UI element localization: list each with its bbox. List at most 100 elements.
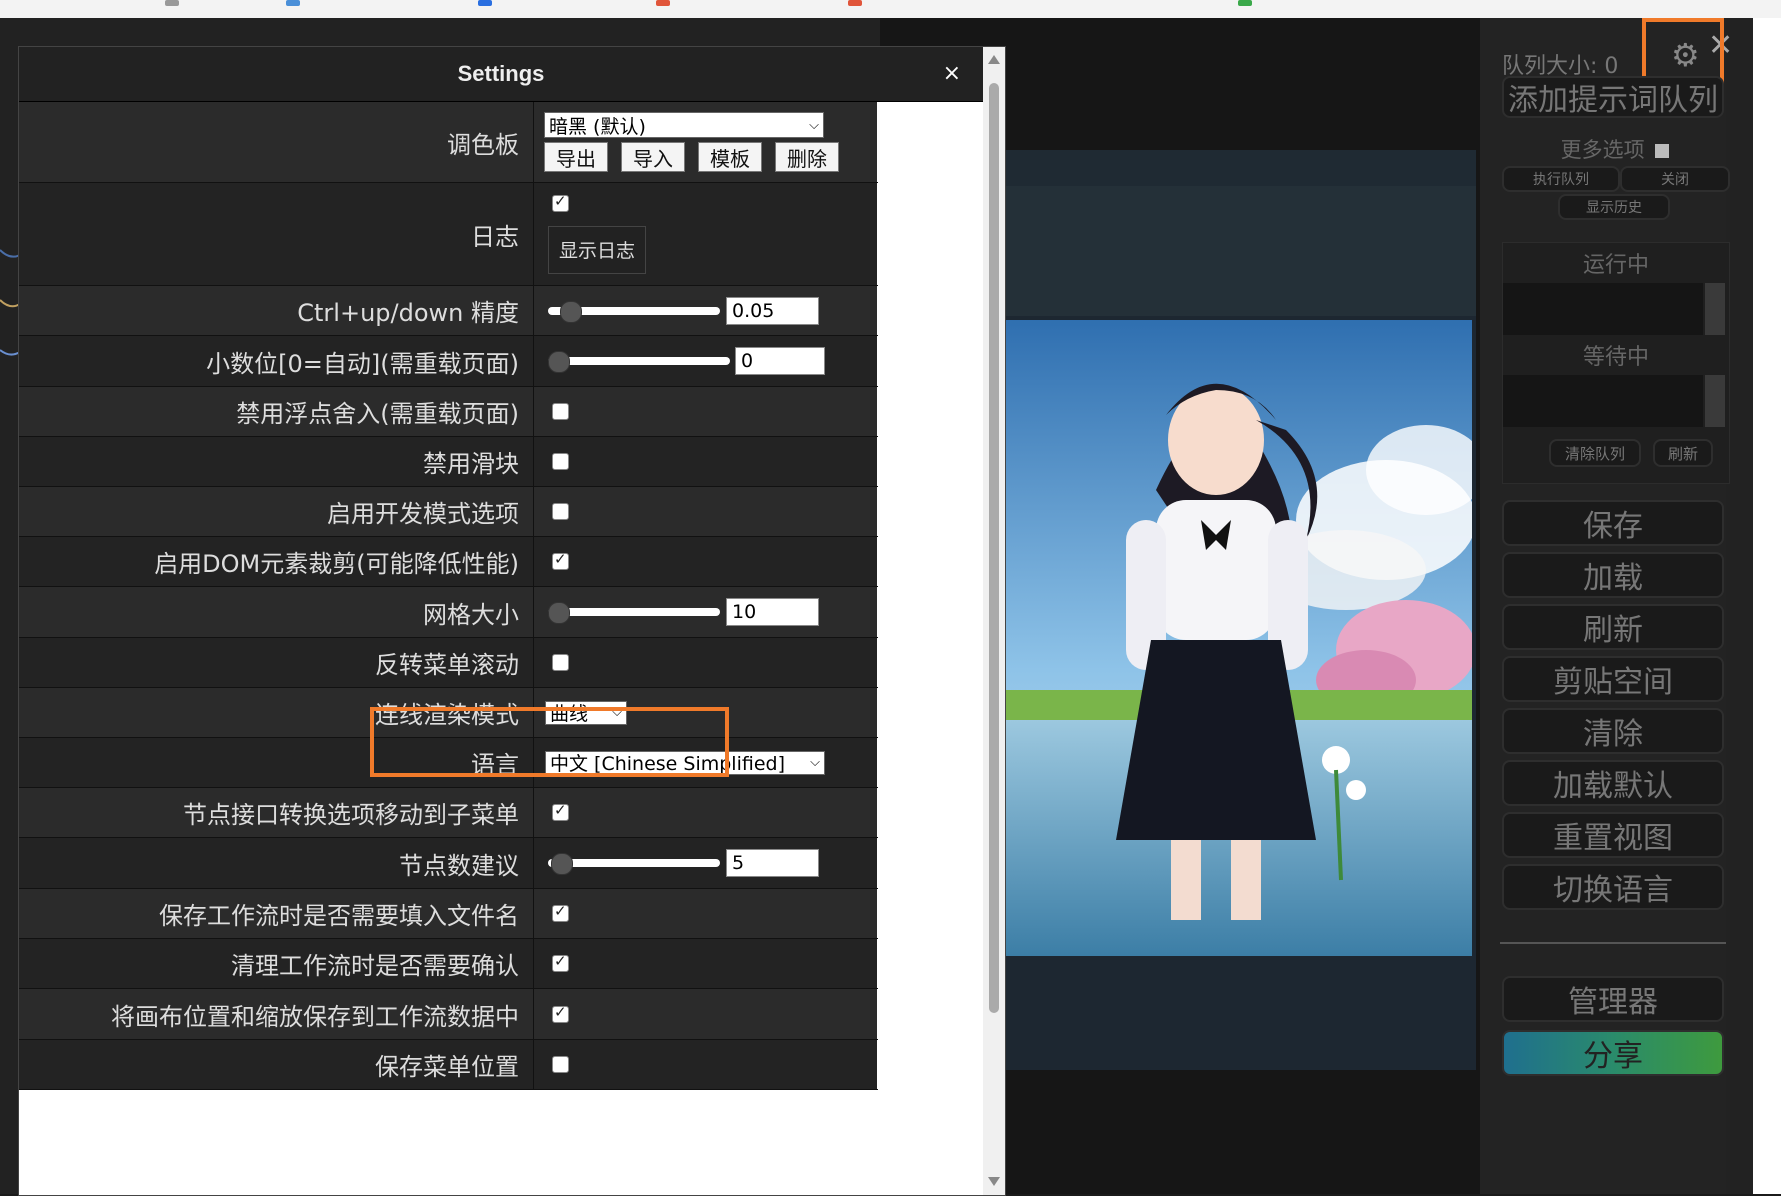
more-options-row: 更多选项: [1502, 134, 1728, 164]
setting-row-float: 禁用浮点舍入(需重载页面): [19, 387, 878, 437]
setting-label: 启用DOM元素裁剪(可能降低性能): [19, 537, 534, 586]
refresh-small-button[interactable]: 刷新: [1653, 439, 1713, 467]
show-log-button[interactable]: 显示日志: [548, 225, 647, 274]
tab-icon: [848, 0, 862, 6]
pending-scroll[interactable]: [1705, 375, 1725, 427]
pending-label: 等待中: [1582, 345, 1649, 370]
queue-panel: 运行中 等待中 清除队列 刷新: [1502, 242, 1730, 484]
setting-row-decimals: 小数位[0=自动](需重载页面) 0: [19, 336, 878, 387]
load-button[interactable]: 加载: [1502, 552, 1724, 598]
add-queue-button[interactable]: 添加提示词队列: [1502, 76, 1724, 118]
run-queue-button[interactable]: 执行队列: [1502, 166, 1620, 192]
slider-checkbox[interactable]: [552, 453, 569, 470]
filename-checkbox[interactable]: [552, 902, 569, 922]
reset-view-button[interactable]: 重置视图: [1502, 812, 1724, 858]
browser-top-strip: [0, 0, 1781, 18]
setting-label: 节点数建议: [19, 838, 534, 888]
setting-label: Ctrl+up/down 精度: [19, 286, 534, 335]
menu-divider: [1500, 942, 1726, 944]
template-button[interactable]: 模板: [698, 142, 762, 172]
tab-icon: [286, 0, 300, 6]
import-button[interactable]: 导入: [621, 142, 685, 172]
node-header: [1006, 150, 1476, 186]
setting-row-log: 日志 显示日志: [19, 183, 878, 286]
delete-button[interactable]: 删除: [775, 142, 839, 172]
setting-label: 清理工作流时是否需要确认: [19, 939, 534, 988]
setting-row-precision: Ctrl+up/down 精度 0.05: [19, 286, 878, 336]
grid-slider[interactable]: [548, 602, 720, 624]
tab-icon: [656, 0, 670, 6]
clear-queue-button[interactable]: 清除队列: [1549, 439, 1641, 467]
setting-row-confirm: 清理工作流时是否需要确认: [19, 939, 878, 989]
setting-row-slider: 禁用滑块: [19, 437, 878, 487]
settings-dialog: Settings × 调色板 暗黑 (默认) ⌵ 导出 导入 模板 删除 日志 …: [18, 46, 1006, 1196]
setting-label: 节点接口转换选项移动到子菜单: [19, 788, 534, 837]
dom-checkbox[interactable]: [552, 550, 569, 570]
setting-row-canvas: 将画布位置和缩放保存到工作流数据中: [19, 989, 878, 1040]
node-body: [1006, 186, 1476, 316]
switch-language-button[interactable]: 切换语言: [1502, 864, 1724, 910]
chevron-down-icon: ⌵: [809, 117, 819, 133]
setting-row-devmode: 启用开发模式选项: [19, 487, 878, 537]
setting-label: 反转菜单滚动: [19, 638, 534, 687]
setting-label: 保存工作流时是否需要填入文件名: [19, 889, 534, 938]
side-menu: 队列大小: 0 ⚙ ✕ 添加提示词队列 更多选项 执行队列 关闭 显示历史 运行…: [1480, 18, 1733, 1194]
tab-icon: [478, 0, 492, 6]
clipspace-button[interactable]: 剪贴空间: [1502, 656, 1724, 702]
devmode-checkbox[interactable]: [552, 503, 569, 520]
close-icon[interactable]: ×: [943, 47, 961, 101]
precision-input[interactable]: 0.05: [726, 296, 819, 325]
refresh-button[interactable]: 刷新: [1502, 604, 1724, 650]
chevron-down-icon: ⌵: [810, 755, 820, 770]
float-checkbox[interactable]: [552, 403, 569, 420]
setting-row-invert: 反转菜单滚动: [19, 638, 878, 688]
setting-row-dom: 启用DOM元素裁剪(可能降低性能): [19, 537, 878, 587]
scroll-thumb[interactable]: [989, 83, 999, 1013]
running-list[interactable]: [1503, 283, 1703, 335]
decimals-slider[interactable]: [548, 351, 730, 373]
setting-label: 小数位[0=自动](需重载页面): [19, 336, 534, 386]
setting-label: 将画布位置和缩放保存到工作流数据中: [19, 989, 534, 1039]
log-checkbox[interactable]: [552, 192, 569, 212]
suggest-input[interactable]: 5: [726, 849, 819, 877]
dialog-scrollbar[interactable]: [983, 47, 1005, 1195]
setting-label: 网格大小: [19, 587, 534, 637]
dialog-title: Settings: [457, 61, 545, 86]
scroll-down-icon[interactable]: [988, 1177, 1000, 1186]
invert-checkbox[interactable]: [552, 654, 569, 671]
clear-button[interactable]: 清除: [1502, 708, 1724, 754]
setting-label: 保存菜单位置: [19, 1040, 534, 1089]
precision-slider[interactable]: [548, 300, 720, 323]
more-options-label: 更多选项: [1560, 138, 1645, 162]
close-button[interactable]: 关闭: [1620, 166, 1730, 192]
scroll-up-icon[interactable]: [988, 55, 1000, 64]
submenu-checkbox[interactable]: [552, 801, 569, 821]
browser-right-strip: [1753, 18, 1781, 1194]
setting-label: 日志: [19, 183, 534, 285]
more-options-checkbox[interactable]: [1655, 144, 1670, 158]
running-scroll[interactable]: [1705, 283, 1725, 335]
confirm-checkbox[interactable]: [552, 952, 569, 972]
decimals-input[interactable]: 0: [735, 347, 825, 375]
setting-row-submenu: 节点接口转换选项移动到子菜单: [19, 788, 878, 838]
palette-select[interactable]: 暗黑 (默认) ⌵: [544, 112, 824, 138]
dialog-header: Settings ×: [19, 47, 983, 102]
save-button[interactable]: 保存: [1502, 500, 1724, 546]
show-history-button[interactable]: 显示历史: [1558, 194, 1670, 220]
running-label: 运行中: [1582, 253, 1649, 278]
pending-list[interactable]: [1503, 375, 1703, 427]
share-button[interactable]: 分享: [1502, 1030, 1724, 1076]
grid-input[interactable]: 10: [726, 598, 819, 626]
palette-selected: 暗黑 (默认): [549, 115, 646, 138]
suggest-slider[interactable]: [548, 853, 720, 875]
menupos-checkbox[interactable]: [552, 1056, 569, 1073]
settings-table: 调色板 暗黑 (默认) ⌵ 导出 导入 模板 删除 日志 显示日志: [19, 102, 878, 1090]
load-default-button[interactable]: 加载默认: [1502, 760, 1724, 806]
export-button[interactable]: 导出: [544, 142, 608, 172]
tab-icon: [1238, 0, 1252, 6]
setting-row-filename: 保存工作流时是否需要填入文件名: [19, 889, 878, 939]
setting-row-palette: 调色板 暗黑 (默认) ⌵ 导出 导入 模板 删除: [19, 102, 878, 183]
manager-button[interactable]: 管理器: [1502, 976, 1724, 1022]
setting-label: 禁用滑块: [19, 437, 534, 486]
canvas-checkbox[interactable]: [552, 1003, 569, 1023]
